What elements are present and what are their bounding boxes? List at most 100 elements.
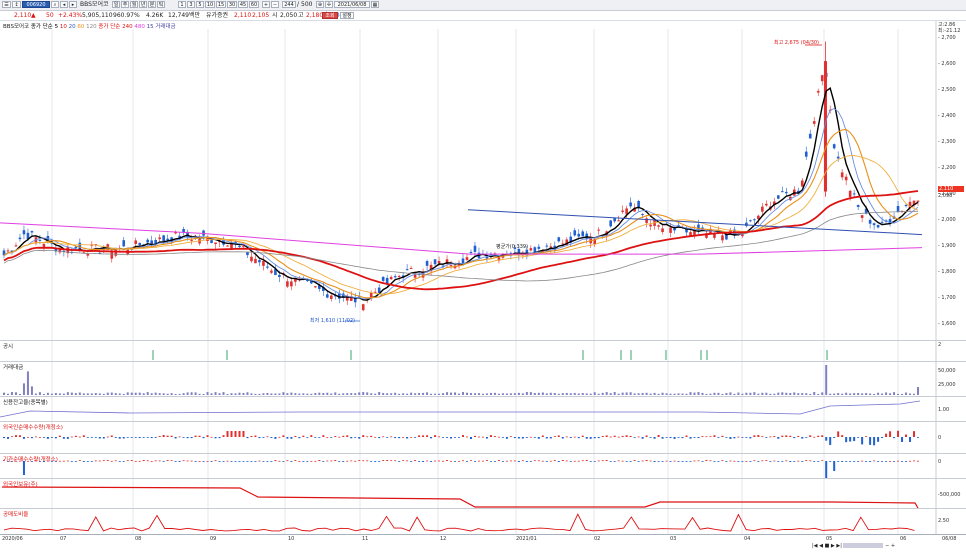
stop-icon[interactable]: ■	[825, 543, 830, 549]
main-panel-title: BBS모어코 종가 단순 5 10 20 60 120 종가 단순 240 48…	[3, 22, 176, 30]
top-right-stat-2: 최:-21.12	[938, 28, 961, 34]
scale-disclosure: 2	[938, 342, 942, 348]
candle-body	[629, 202, 632, 207]
date-input[interactable]: 2021/06/08	[334, 1, 370, 8]
candle-body	[641, 214, 644, 216]
cursor-icon[interactable]: ✢	[325, 1, 333, 8]
plus-icon[interactable]: +	[262, 1, 270, 8]
chart-area[interactable]: BBS모어코 종가 단순 5 10 20 60 120 종가 단순 240 48…	[0, 21, 966, 543]
candle-body	[844, 176, 848, 181]
candle-body	[258, 260, 261, 263]
period-tick-button[interactable]: 틱	[157, 1, 165, 8]
open-value: 2,050	[280, 12, 298, 19]
period-year-button[interactable]: 년	[139, 1, 147, 8]
candle-body	[381, 276, 385, 281]
settings-button[interactable]: 설정	[340, 12, 354, 19]
candle-body	[816, 90, 820, 93]
calendar-icon[interactable]: ▦	[371, 1, 379, 8]
candle-body	[122, 240, 126, 247]
count-input[interactable]: 244	[282, 1, 296, 8]
candle-body	[286, 281, 289, 287]
menu-button[interactable]: ☰	[2, 1, 11, 8]
price-scale-label: - 1,800	[938, 269, 956, 275]
period-month-button[interactable]: 월	[130, 1, 138, 8]
candle-body	[182, 229, 185, 233]
panel-foreign: 외국인순매수수량(개정소) 0	[0, 421, 966, 453]
x-tick-3: 09	[210, 536, 217, 542]
period-5[interactable]: 5	[196, 1, 204, 8]
legend-ma20: 20	[68, 24, 76, 30]
candle-body	[812, 121, 816, 124]
candle-body	[38, 239, 42, 241]
candle-body	[765, 203, 768, 206]
candle-body	[30, 231, 34, 233]
candle-body	[800, 180, 804, 187]
candle-body	[840, 172, 844, 178]
price-value: 2,110	[14, 12, 32, 19]
high-label: 고	[298, 12, 304, 19]
period-week-button[interactable]: 주	[121, 1, 129, 8]
candle-body	[784, 191, 788, 194]
candle-body	[146, 239, 149, 243]
next-icon[interactable]: ▸	[69, 1, 77, 8]
top-toolbar: ☰ ↕ 006920 ⌕ ◂ ▸ BBS모어코 일 주 월 년 분 틱 1 3 …	[0, 0, 966, 11]
candle-body	[150, 240, 153, 244]
change-arrow: ▲	[31, 12, 36, 19]
period-30[interactable]: 30	[227, 1, 237, 8]
x-tick-0: 2020/06	[2, 536, 23, 542]
candle-body	[449, 265, 453, 267]
candle-body	[649, 224, 652, 227]
search-icon[interactable]: ⌕	[51, 1, 59, 8]
zoom-out-icon[interactable]: −	[885, 543, 889, 549]
period-min-button[interactable]: 분	[148, 1, 156, 8]
scale-foreign: 0	[938, 435, 942, 441]
ma10-line	[3, 108, 919, 300]
candle-body	[529, 248, 533, 251]
period-1[interactable]: 1	[178, 1, 186, 8]
price-scale-label: - 1,600	[938, 321, 956, 327]
prev-page-icon[interactable]: ◀	[819, 543, 823, 549]
nav-controls[interactable]: |◀ ◀ ■ ▶ ▶| − +	[812, 543, 895, 551]
x-tick-5: 11	[362, 536, 369, 542]
price-scale-label: - 2,000	[938, 217, 956, 223]
period-10[interactable]: 10	[205, 1, 215, 8]
x-tick-1: 07	[60, 536, 67, 542]
candle-body	[210, 240, 213, 243]
candle-body	[254, 258, 257, 264]
scale-amount-2: 25,000	[938, 382, 956, 388]
refresh-button[interactable]: 조회	[322, 12, 338, 19]
period-45[interactable]: 45	[238, 1, 248, 8]
price-scale-label: - 2,700	[938, 35, 956, 41]
candle-body	[437, 260, 441, 264]
prev-icon[interactable]: ◂	[60, 1, 68, 8]
scale-institution: 0	[938, 459, 942, 465]
scrollbar[interactable]	[843, 543, 884, 548]
candle-body	[820, 75, 824, 82]
period-3[interactable]: 3	[187, 1, 195, 8]
scale-amount-1: 50,000	[938, 368, 956, 374]
candle-body	[848, 190, 852, 198]
first-icon[interactable]: |◀	[812, 543, 818, 549]
zoom-in-icon[interactable]: +	[891, 543, 895, 549]
period-60[interactable]: 60	[249, 1, 259, 8]
zoom-icon[interactable]: ⊕	[316, 1, 324, 8]
candle-body	[14, 245, 18, 247]
high-value: 2,180	[306, 12, 324, 19]
panel-disclosure: 공시 2	[0, 340, 966, 361]
candle-body	[896, 206, 900, 212]
period-day-button[interactable]: 일	[112, 1, 120, 8]
candle-body	[278, 274, 281, 277]
minus-icon[interactable]: −	[271, 1, 279, 8]
next-page-icon[interactable]: ▶	[831, 543, 835, 549]
candle-body	[465, 257, 469, 260]
panel-title-foreign-holding: 외국인보유(주)	[3, 482, 38, 488]
candle-body	[469, 251, 473, 254]
candle-body	[397, 275, 401, 277]
panel-amount: 거래대금 50,000 25,000	[0, 361, 966, 396]
candle-body	[214, 242, 217, 245]
period-15[interactable]: 15	[216, 1, 226, 8]
stock-code-input[interactable]: 006920	[22, 1, 50, 8]
candle-body	[621, 210, 624, 212]
last-icon[interactable]: ▶|	[836, 543, 842, 549]
link-button[interactable]: ↕	[12, 1, 21, 8]
